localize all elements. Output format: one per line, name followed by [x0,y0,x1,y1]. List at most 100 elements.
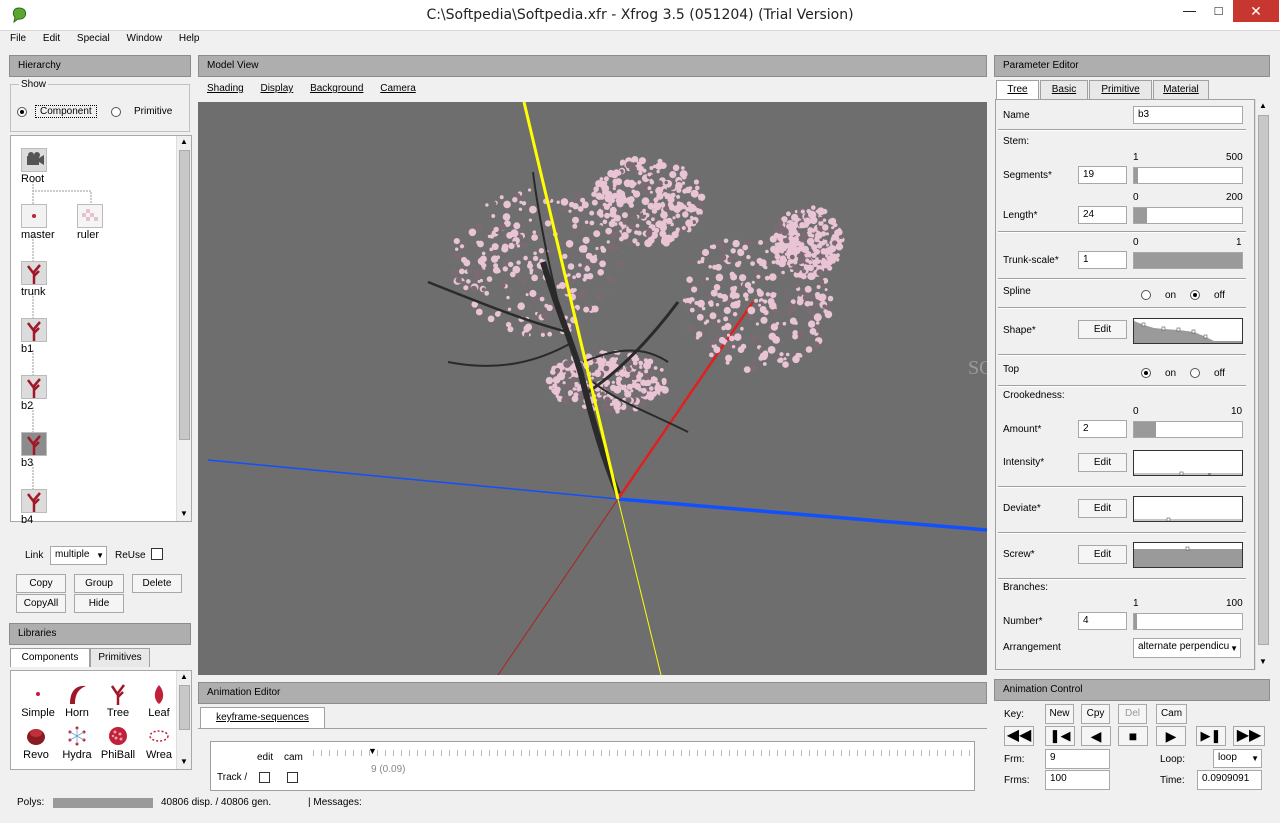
delete-button[interactable]: Delete [132,574,182,593]
minimize-button[interactable]: — [1175,0,1204,22]
scroll-up-icon[interactable]: ▲ [1259,101,1267,110]
intensity-edit-button[interactable]: Edit [1078,453,1127,472]
name-field[interactable]: b3 [1133,106,1243,124]
trunk-scale-field[interactable]: 1 [1078,251,1127,269]
menu-camera[interactable]: Camera [380,83,416,94]
component-radio-label[interactable]: Component [35,105,97,118]
track-cam-checkbox[interactable] [287,772,298,783]
scroll-down-icon[interactable]: ▼ [1259,657,1267,666]
lib-item-phiball[interactable]: PhiBall [98,725,138,761]
hierarchy-scrollbar[interactable]: ▲ ▼ [176,136,191,521]
node-ruler[interactable]: ruler [77,204,117,241]
menu-shading[interactable]: Shading [207,83,244,94]
segments-field[interactable]: 19 [1078,166,1127,184]
tab-keyframe-sequences[interactable]: keyframe-sequences [200,707,325,729]
link-select[interactable]: multiple ▼ [50,546,107,565]
scroll-down-icon[interactable]: ▼ [180,757,188,766]
shape-curve[interactable] [1133,318,1243,344]
hierarchy-tree[interactable]: Root master ruler trunk b1 b2 b3 b4 ▲ ▼ [10,135,192,526]
top-off-radio[interactable] [1190,368,1200,378]
scroll-up-icon[interactable]: ▲ [180,137,188,146]
key-cam-button[interactable]: Cam [1156,704,1187,724]
length-field[interactable]: 24 [1078,206,1127,224]
stop-icon[interactable]: ■ [1118,726,1148,746]
spline-off-radio[interactable] [1190,290,1200,300]
scrollbar-thumb[interactable] [1258,115,1269,645]
reuse-checkbox[interactable] [151,548,163,560]
step-back-icon[interactable]: ◀ [1081,726,1111,746]
keyframe-track-area[interactable]: edit cam Track / ▼ 9 (0.09) [210,741,975,791]
close-button[interactable]: ✕ [1233,0,1279,22]
skip-end-icon[interactable]: ▶❚ [1196,726,1226,746]
rewind-icon[interactable]: ◀◀ [1004,726,1034,746]
loop-select[interactable]: loop ▼ [1213,749,1262,768]
parameter-scrollbar[interactable]: ▲ ▼ [1255,99,1270,670]
component-radio[interactable] [17,107,27,117]
menu-background[interactable]: Background [310,83,363,94]
lib-item-simple[interactable]: Simple [18,683,58,719]
lib-item-horn[interactable]: Horn [57,683,97,719]
scrollbar-thumb[interactable] [179,685,190,730]
primitive-radio[interactable] [111,107,121,117]
key-copy-button[interactable]: Cpy [1081,704,1110,724]
tab-tree[interactable]: Tree [996,80,1039,99]
node-b3[interactable]: b3 [21,432,61,469]
menu-special[interactable]: Special [77,33,110,44]
menu-help[interactable]: Help [179,33,200,44]
time-field[interactable]: 0.0909091 [1197,770,1262,790]
timeline-ruler[interactable]: ▼ 9 (0.09) [313,746,971,780]
node-b1[interactable]: b1 [21,318,61,355]
segments-slider[interactable] [1133,167,1243,184]
amount-field[interactable]: 2 [1078,420,1127,438]
fast-forward-icon[interactable]: ▶▶ [1233,726,1265,746]
scroll-up-icon[interactable]: ▲ [180,672,188,681]
deviate-edit-button[interactable]: Edit [1078,499,1127,518]
play-icon[interactable]: ▶ [1156,726,1186,746]
copyall-button[interactable]: CopyAll [16,594,66,613]
trunk-scale-slider[interactable] [1133,252,1243,269]
primitive-radio-label[interactable]: Primitive [134,106,172,117]
scroll-down-icon[interactable]: ▼ [180,509,188,518]
node-trunk[interactable]: trunk [21,261,61,298]
skip-start-icon[interactable]: ❚◀ [1045,726,1075,746]
scrollbar-thumb[interactable] [179,150,190,440]
lib-item-leaf[interactable]: Leaf [139,683,179,719]
track-edit-checkbox[interactable] [259,772,270,783]
copy-button[interactable]: Copy [16,574,66,593]
lib-item-revo[interactable]: Revo [16,725,56,761]
node-b2[interactable]: b2 [21,375,61,412]
menu-window[interactable]: Window [127,33,163,44]
viewport-3d[interactable]: SOFTPEDIA [198,102,987,675]
deviate-curve[interactable] [1133,496,1243,522]
tab-components[interactable]: Components [10,648,90,667]
menu-edit[interactable]: Edit [43,33,60,44]
shape-edit-button[interactable]: Edit [1078,320,1127,339]
screw-edit-button[interactable]: Edit [1078,545,1127,564]
node-master[interactable]: master [21,204,61,241]
lib-item-tree[interactable]: Tree [98,683,138,719]
key-delete-button[interactable]: Del [1118,704,1147,724]
group-button[interactable]: Group [74,574,124,593]
screw-curve[interactable] [1133,542,1243,568]
key-new-button[interactable]: New [1045,704,1074,724]
arrangement-select[interactable]: alternate perpendicu ▼ [1133,638,1241,658]
node-b4[interactable]: b4 [21,489,61,526]
number-field[interactable]: 4 [1078,612,1127,630]
length-slider[interactable] [1133,207,1243,224]
maximize-button[interactable]: □ [1204,0,1233,22]
top-on-radio[interactable] [1141,368,1151,378]
hide-button[interactable]: Hide [74,594,124,613]
node-root[interactable]: Root [21,148,61,185]
menu-file[interactable]: File [10,33,26,44]
lib-item-hydra[interactable]: Hydra [57,725,97,761]
spline-on-radio[interactable] [1141,290,1151,300]
library-scrollbar[interactable]: ▲ ▼ [176,671,191,769]
tab-primitives[interactable]: Primitives [90,648,150,667]
frames-field[interactable]: 100 [1045,770,1110,790]
amount-slider[interactable] [1133,421,1243,438]
tab-basic[interactable]: Basic [1040,80,1088,99]
tab-primitive[interactable]: Primitive [1089,80,1152,99]
frame-field[interactable]: 9 [1045,749,1110,769]
menu-display[interactable]: Display [260,83,293,94]
intensity-curve[interactable] [1133,450,1243,476]
